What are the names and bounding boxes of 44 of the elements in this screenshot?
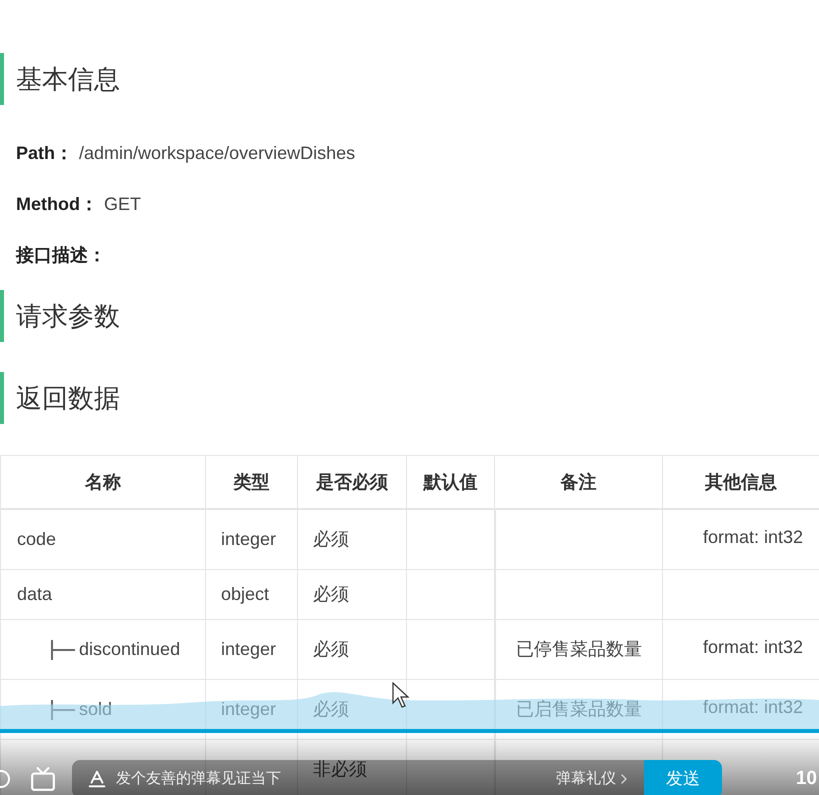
table-cell-text: 必须 — [313, 698, 349, 721]
column-header: 类型 — [205, 456, 297, 508]
column-header: 是否必须 — [297, 456, 406, 508]
field-label: Path： — [16, 142, 74, 165]
table-cell-text: format: int32 — [702, 636, 803, 659]
table-cell: sold — [51, 696, 112, 723]
column-header: 备注 — [494, 456, 662, 508]
heading-accent-bar — [0, 290, 4, 342]
table-cell-text: 必须 — [313, 583, 349, 606]
table-cell-text: integer — [221, 638, 276, 661]
section-heading: 基本信息 — [16, 62, 120, 96]
section-heading: 返回数据 — [16, 382, 120, 414]
table-cell-text: format: int32 — [702, 696, 803, 719]
table-cell-text: 已启售菜品数量 — [516, 698, 642, 721]
tree-branch-icon — [51, 640, 75, 660]
table-cell: discontinued — [51, 636, 180, 663]
heading-accent-bar — [0, 372, 4, 424]
table-cell-text: 必须 — [313, 528, 349, 551]
table-cell-text: integer — [221, 528, 276, 551]
field-value: /admin/workspace/overviewDishes — [79, 142, 356, 165]
table-cell-text: format: int32 — [702, 526, 803, 549]
font-style-icon[interactable] — [86, 768, 108, 790]
heading-accent-bar — [0, 53, 4, 105]
cursor-icon — [392, 682, 410, 708]
etiquette-link[interactable]: 弹幕礼仪 — [556, 768, 616, 790]
table-cell-text: object — [221, 583, 270, 606]
table-cell-text: 非必须 — [313, 758, 367, 781]
table-cell-text: integer — [221, 698, 276, 721]
placeholder-text: 发个友善的弹幕见证当下 — [116, 768, 281, 789]
table-cell-text: 必须 — [313, 638, 349, 661]
field-label: Method： — [16, 193, 98, 216]
tree-branch-icon — [51, 700, 75, 720]
column-header: 默认值 — [406, 456, 494, 508]
send-button[interactable]: 发送 — [644, 760, 722, 795]
volume-value: 10 — [796, 766, 817, 791]
section-heading: 请求参数 — [16, 300, 120, 332]
field-value: GET — [104, 193, 141, 216]
column-header: 名称 — [0, 456, 205, 508]
danmaku-toggle-icon[interactable] — [30, 766, 56, 792]
column-header: 其他信息 — [662, 456, 819, 508]
table-cell-text: data — [17, 583, 52, 606]
table-cell-text: 已停售菜品数量 — [516, 638, 642, 661]
field-label: 接口描述： — [16, 244, 106, 267]
table-cell-text: code — [17, 528, 56, 551]
